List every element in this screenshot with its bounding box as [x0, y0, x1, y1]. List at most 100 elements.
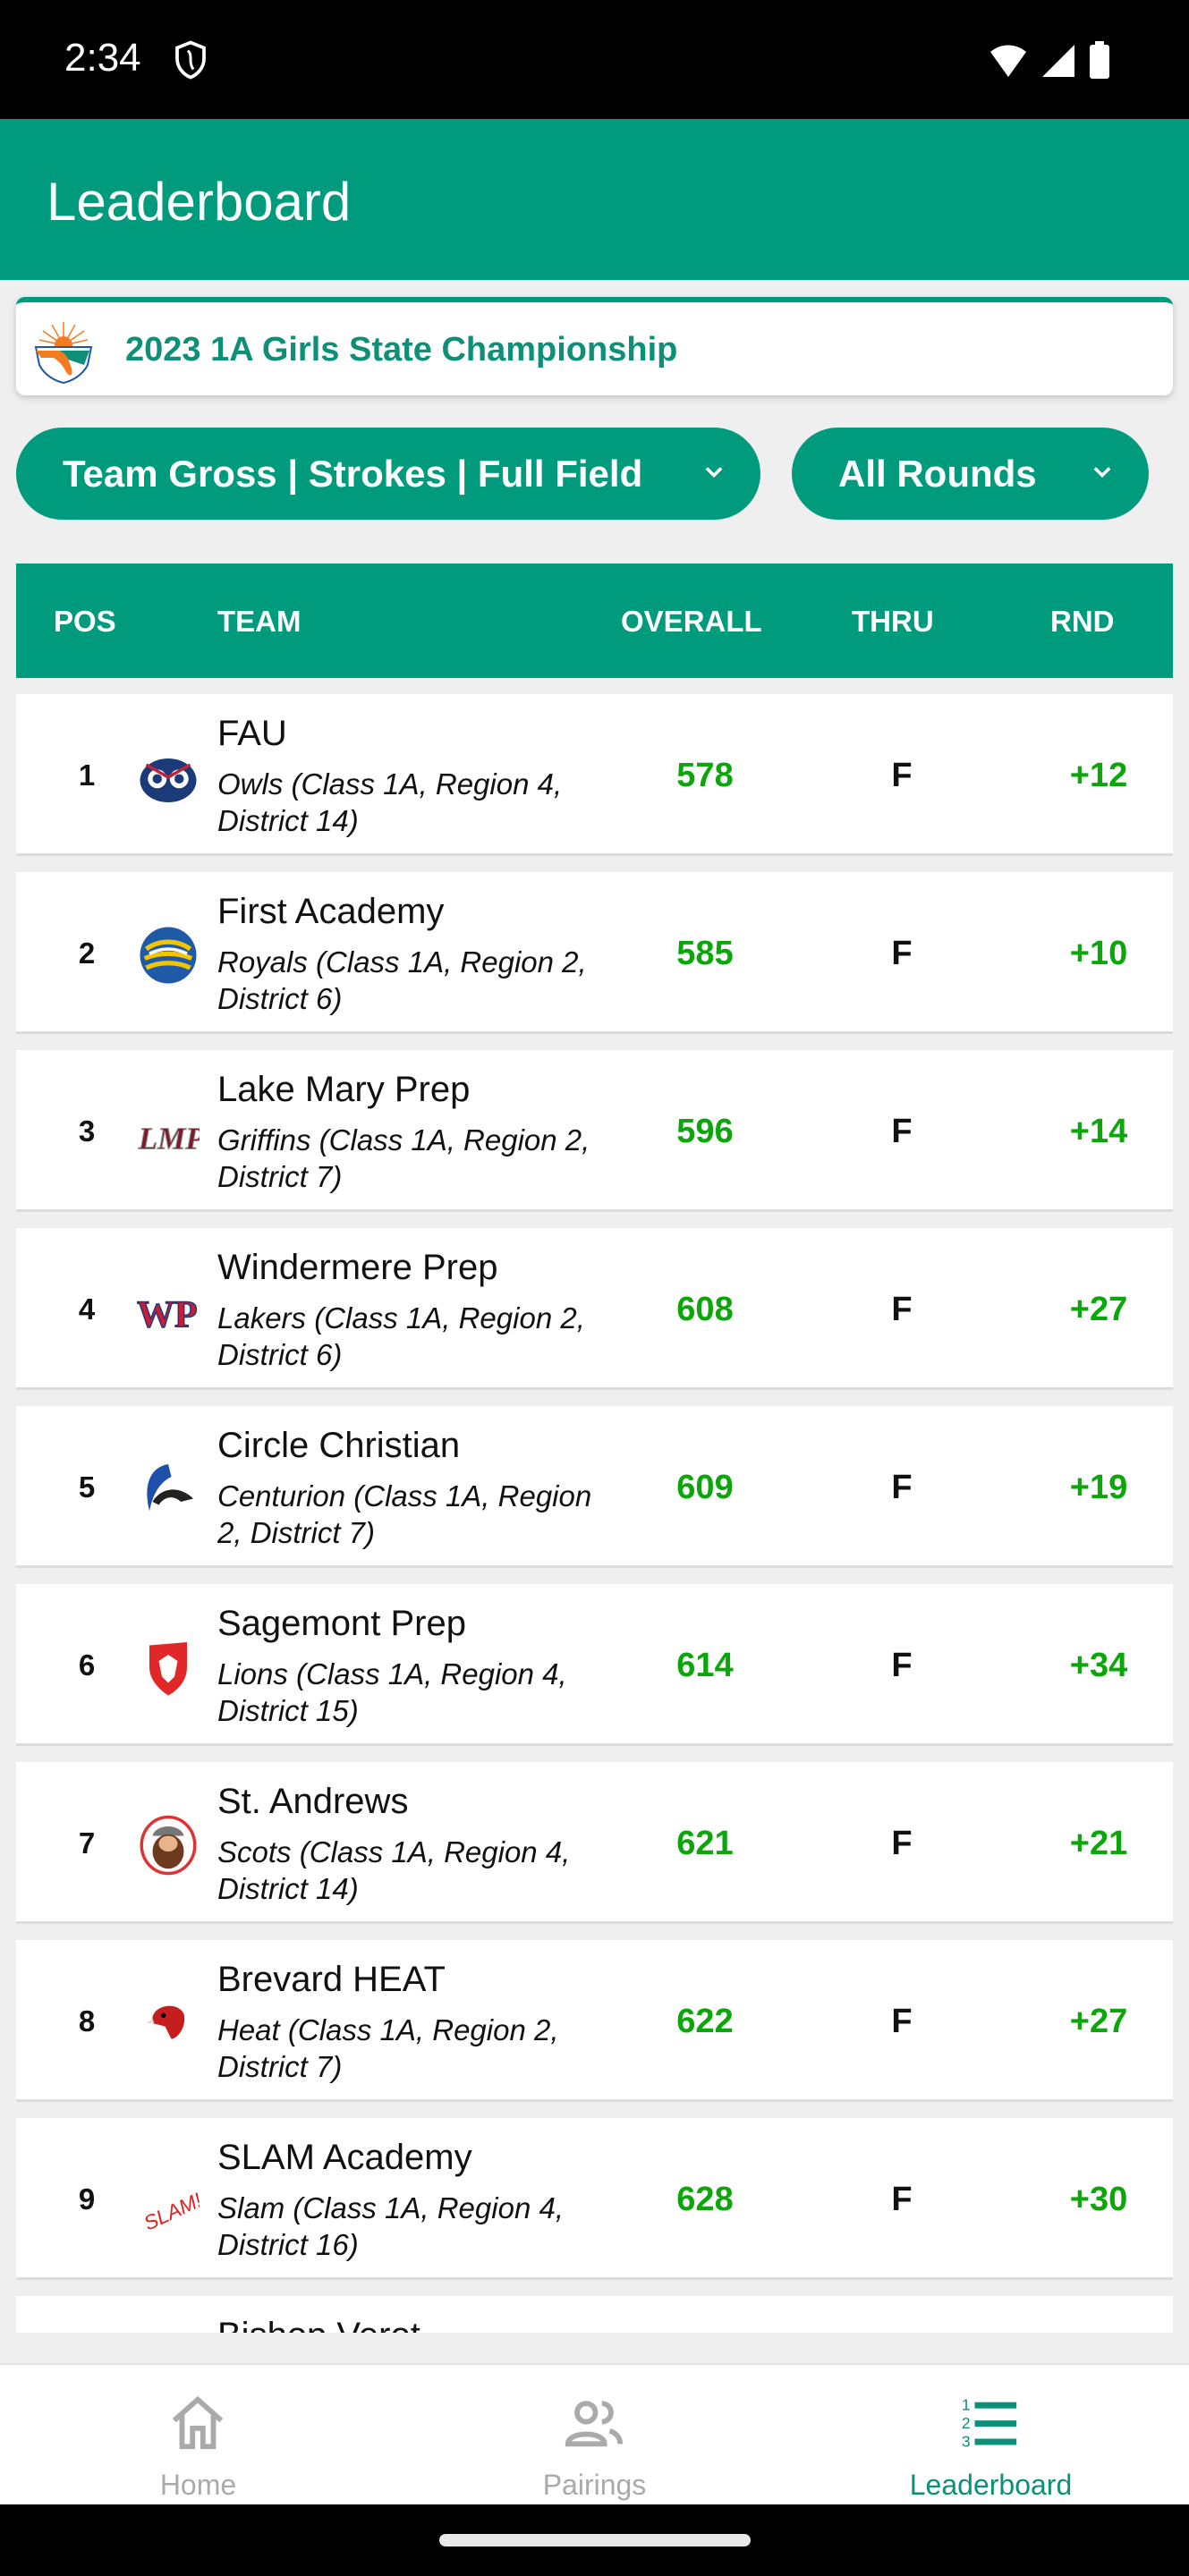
- thru-status: F: [891, 1825, 913, 1862]
- round-dropdown[interactable]: All Rounds: [792, 428, 1149, 520]
- home-icon: [172, 2395, 224, 2450]
- team-details: Lakers (Class 1A, Region 2, District 6): [217, 1301, 585, 1371]
- position: 1: [78, 758, 96, 792]
- wp-team-logo-icon: WP: [136, 1280, 200, 1343]
- svg-text:1: 1: [962, 2395, 971, 2413]
- table-row[interactable]: 4 WP Windermere Prep Lakers (Class 1A, Regi…: [16, 1228, 1173, 1390]
- svg-text:3: 3: [962, 2432, 971, 2450]
- team-details: Griffins (Class 1A, Region 2, District 7…: [217, 1123, 590, 1193]
- page-title: Leaderboard: [47, 172, 352, 232]
- home-gesture-handle[interactable]: [439, 2534, 751, 2546]
- position: 9: [78, 2182, 96, 2216]
- team-details: Owls (Class 1A, Region 4, District 14): [217, 767, 563, 837]
- nav-leaderboard[interactable]: 1 2 3 Leaderboard: [793, 2365, 1189, 2506]
- table-row[interactable]: 2 First Academy Royals (Class 1A, Region 2…: [16, 872, 1173, 1034]
- overall-score: 621: [676, 1825, 734, 1862]
- scot-team-logo-icon: [137, 1814, 200, 1877]
- svg-text:LMP: LMP: [138, 1122, 200, 1157]
- round-score: +30: [1069, 2181, 1128, 2218]
- people-icon: [565, 2401, 624, 2447]
- team-name: Bishop Verot: [217, 2316, 420, 2333]
- thru-status: F: [891, 1113, 913, 1150]
- team-details: Heat (Class 1A, Region 2, District 7): [217, 2013, 559, 2083]
- position: 3: [78, 1114, 96, 1148]
- round-score: +27: [1069, 1291, 1128, 1328]
- wifi-icon: [990, 45, 1026, 77]
- scoring-type-value: Team Gross | Strokes | Full Field: [63, 452, 643, 495]
- svg-text:2: 2: [962, 2414, 971, 2432]
- table-header: POS TEAM OVERALL THRU RND: [16, 564, 1173, 678]
- table-row[interactable]: Bishop Verot: [16, 2296, 1173, 2333]
- header-pos: POS: [54, 605, 116, 638]
- team-name: Circle Christian: [217, 1426, 461, 1465]
- position: 6: [78, 1648, 96, 1682]
- team-details: Lions (Class 1A, Region 4, District 15): [217, 1657, 567, 1727]
- scoring-type-dropdown[interactable]: Team Gross | Strokes | Full Field: [16, 428, 760, 520]
- overall-score: 614: [676, 1647, 734, 1684]
- position: 2: [78, 936, 96, 970]
- header-team: TEAM: [217, 605, 301, 638]
- hawk-team-logo-icon: [137, 1992, 200, 2055]
- team-details: Slam (Class 1A, Region 4, District 16): [217, 2191, 564, 2261]
- status-time: 2:34: [64, 36, 141, 80]
- team-details: Centurion (Class 1A, Region 2, District …: [217, 1479, 592, 1549]
- round-score: +19: [1069, 1469, 1128, 1506]
- round-score: +21: [1069, 1825, 1128, 1862]
- table-row[interactable]: 3 LMP Lake Mary Prep Griffins (Class 1A, Re…: [16, 1050, 1173, 1212]
- position: 8: [78, 2004, 96, 2038]
- table-row[interactable]: 8 Brevard HEAT Heat (Class 1A, Region 2, D…: [16, 1940, 1173, 2102]
- team-details: Royals (Class 1A, Region 2, District 6): [217, 945, 587, 1015]
- header-thru: THRU: [852, 605, 934, 638]
- team-details: Scots (Class 1A, Region 4, District 14): [217, 1835, 571, 1905]
- team-name: SLAM Academy: [217, 2138, 472, 2177]
- overall-score: 578: [676, 757, 734, 794]
- nav-home[interactable]: Home: [0, 2365, 396, 2506]
- team-name: Sagemont Prep: [217, 1604, 466, 1643]
- owl-team-logo-icon: [137, 746, 200, 809]
- thru-status: F: [891, 1291, 913, 1328]
- app-bar: Leaderboard: [0, 119, 1189, 280]
- thru-status: F: [891, 1647, 913, 1684]
- team-name: FAU: [217, 714, 287, 753]
- table-row[interactable]: 5 Circle Christian Centurion (Class 1A, Re…: [16, 1406, 1173, 1568]
- svg-text:WP: WP: [137, 1295, 198, 1336]
- tournament-card[interactable]: 2023 1A Girls State Championship: [16, 297, 1173, 395]
- team-name: Windermere Prep: [217, 1248, 498, 1287]
- chevron-down-icon: [705, 467, 723, 478]
- header-rnd: RND: [1050, 605, 1115, 638]
- round-score: +12: [1069, 757, 1128, 794]
- shield-icon: [175, 40, 206, 80]
- system-nav-bar: [0, 2504, 1189, 2576]
- overall-score: 596: [676, 1113, 734, 1150]
- nav-home-label: Home: [159, 2469, 237, 2501]
- table-row[interactable]: 1 FAU Owls (Class 1A, Region 4, District 1…: [16, 694, 1173, 856]
- overall-score: 608: [676, 1291, 734, 1328]
- ranked-list-icon: 1 2 3: [962, 2395, 1017, 2450]
- cell-signal-icon: [1042, 45, 1074, 77]
- round-score: +27: [1069, 2003, 1128, 2040]
- team-name: Lake Mary Prep: [217, 1070, 471, 1109]
- table-row[interactable]: 7 St. Andrews Scots (Class 1A, Region 4, D…: [16, 1762, 1173, 1924]
- thru-status: F: [891, 2181, 913, 2218]
- leaderboard-list[interactable]: 1 FAU Owls (Class 1A, Region 4, District 1…: [16, 694, 1173, 2333]
- team-name: First Academy: [217, 892, 445, 931]
- thru-status: F: [891, 757, 913, 794]
- table-row[interactable]: 6 Sagemont Prep Lions (Class 1A, Region 4,…: [16, 1584, 1173, 1746]
- team-name: Brevard HEAT: [217, 1960, 446, 1999]
- nav-leaderboard-label: Leaderboard: [909, 2469, 1073, 2501]
- overall-score: 609: [676, 1469, 734, 1506]
- position: 4: [78, 1292, 96, 1326]
- slam-team-logo-icon: SLAM!: [137, 2170, 205, 2235]
- lmp-team-logo-icon: LMP: [137, 1102, 206, 1165]
- position: 7: [78, 1826, 96, 1860]
- chevron-down-icon: [1093, 467, 1111, 478]
- thru-status: F: [891, 1469, 913, 1506]
- nav-pairings[interactable]: Pairings: [396, 2365, 793, 2506]
- table-row[interactable]: 9 SLAM! SLAM Academy Slam (Class 1A, Region…: [16, 2118, 1173, 2280]
- lion-shield-team-logo-icon: [137, 1636, 200, 1699]
- header-overall: OVERALL: [621, 605, 762, 638]
- round-score: +34: [1069, 1647, 1128, 1684]
- overall-score: 622: [676, 2003, 734, 2040]
- overall-score: 585: [676, 935, 734, 972]
- battery-icon: [1090, 41, 1109, 79]
